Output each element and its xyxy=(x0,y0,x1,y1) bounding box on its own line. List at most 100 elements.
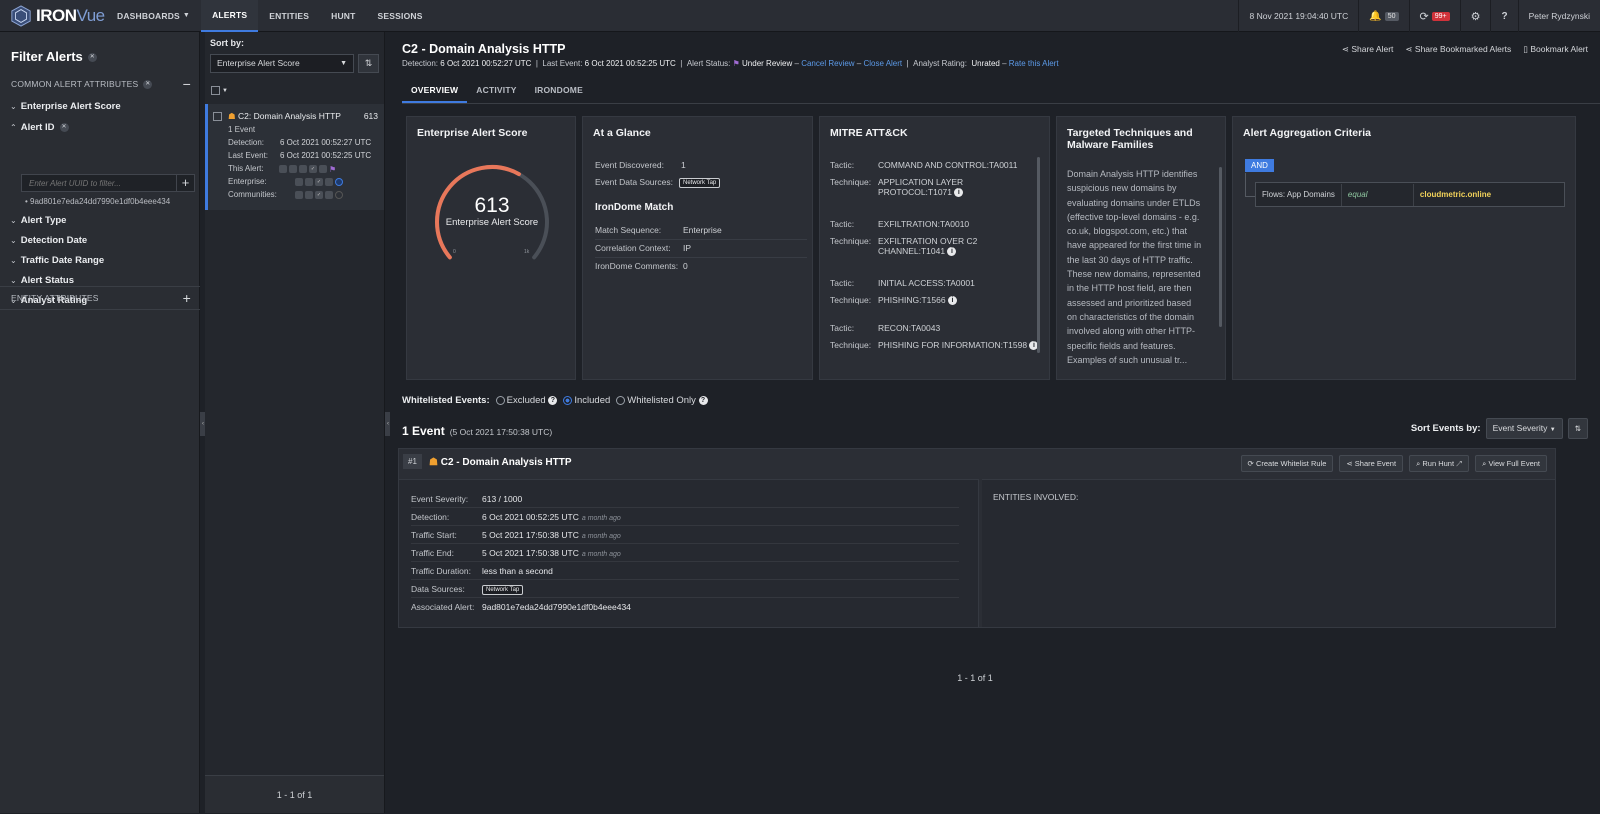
filter-enterprise-score-label: Enterprise Alert Score xyxy=(20,101,121,112)
help-icon[interactable]: ? xyxy=(698,395,708,405)
status-dot-icon xyxy=(279,165,287,173)
traffic-end-text: 5 Oct 2021 17:50:38 UTC xyxy=(482,548,579,558)
info-icon[interactable]: i xyxy=(947,247,957,257)
filter-traffic-range[interactable]: ⌄ Traffic Date Range xyxy=(10,255,104,266)
filter-detection-date[interactable]: ⌄ Detection Date xyxy=(10,235,87,246)
info-icon[interactable]: i xyxy=(947,296,957,306)
collapse-minus-icon[interactable]: − xyxy=(183,76,191,92)
alert-uuid-input[interactable] xyxy=(22,178,172,188)
radio-included[interactable] xyxy=(563,395,573,405)
events-time: (5 Oct 2021 17:50:38 UTC) xyxy=(449,427,553,437)
settings-button[interactable]: ⚙ xyxy=(1459,0,1491,32)
whitelist-excluded-option[interactable]: Excluded ? xyxy=(495,395,558,406)
share-bookmarked-label: Share Bookmarked Alerts xyxy=(1414,44,1512,54)
select-all-control[interactable]: ▼ xyxy=(211,86,228,95)
aggregation-criterion: Flows: App Domains equal cloudmetric.onl… xyxy=(1255,182,1565,207)
rate-alert-link[interactable]: Rate this Alert xyxy=(1009,59,1059,68)
alert-card-checkbox[interactable] xyxy=(213,112,222,121)
alert-card[interactable]: ☗ C2: Domain Analysis HTTP 613 1 Event D… xyxy=(205,104,384,210)
and-operator-badge: AND xyxy=(1245,159,1274,172)
alert-title: C2 - Domain Analysis HTTP xyxy=(402,42,566,56)
whitelist-only-option[interactable]: Whitelisted Only ? xyxy=(616,395,708,406)
top-right-area: 8 Nov 2021 19:04:40 UTC 🔔 50 ⟳ 99+ ⚙ ? Pet… xyxy=(1238,0,1600,32)
aggregation-title: Alert Aggregation Criteria xyxy=(1243,127,1371,139)
bookmark-alert-button[interactable]: ▯ Bookmark Alert xyxy=(1523,44,1588,55)
radio-whitelisted-only[interactable] xyxy=(616,395,626,405)
data-sources-value: Network Tap xyxy=(482,584,524,595)
whitelist-included-option[interactable]: Included xyxy=(563,395,610,406)
nav-hunt[interactable]: HUNT xyxy=(320,0,366,32)
common-attributes-header[interactable]: COMMON ALERT ATTRIBUTES ✕ − xyxy=(0,73,200,95)
tactic-label: Tactic: xyxy=(830,278,855,288)
tab-activity[interactable]: ACTIVITY xyxy=(467,77,525,103)
nav-alerts[interactable]: ALERTS xyxy=(201,0,259,32)
alert-card-last-label: Last Event: xyxy=(228,151,269,160)
tactic-value: RECON:TA0043 xyxy=(878,323,941,333)
entity-attributes-header[interactable]: ENTITY ATTRIBUTES + xyxy=(0,286,200,310)
share-alert-button[interactable]: ⋖ Share Alert xyxy=(1342,44,1394,55)
sort-direction-button[interactable]: ⇅ xyxy=(358,54,379,73)
help-button[interactable]: ? xyxy=(1490,0,1517,32)
gauge-max-label: 1k xyxy=(524,249,530,255)
clear-alert-id-icon[interactable]: ✕ xyxy=(59,123,69,132)
techniques-scrollbar[interactable] xyxy=(1219,167,1222,327)
user-menu[interactable]: Peter Rydzynski xyxy=(1517,0,1600,32)
nav-dashboards-label: DASHBOARDS xyxy=(117,10,180,21)
select-all-checkbox[interactable] xyxy=(211,86,220,95)
close-alert-link[interactable]: Close Alert xyxy=(863,59,902,68)
event-discovered-value: 1 xyxy=(681,160,686,170)
nav-dashboards[interactable]: DASHBOARDS ▼ xyxy=(106,0,201,32)
ironvue-logo[interactable]: IRON Vue xyxy=(0,4,106,27)
info-icon[interactable]: i xyxy=(954,188,964,198)
associated-alert-link[interactable]: 9ad801e7eda24dd7990e1df0b4eee434 xyxy=(482,602,631,612)
irondome-comments-row: IronDome Comments: 0 xyxy=(595,261,688,271)
sort-events-select[interactable]: Event Severity ▼ xyxy=(1485,418,1563,439)
help-icon: ? xyxy=(1501,10,1508,22)
techniques-panel: Targeted Techniques and Malware Families… xyxy=(1056,116,1226,380)
refresh-icon: ⟳ xyxy=(1247,459,1254,468)
run-hunt-button[interactable]: ⌕ Run Hunt ↗ xyxy=(1409,455,1470,472)
sort-by-select[interactable]: Enterprise Alert Score ▼ xyxy=(210,54,354,73)
chevron-down-icon: ⌄ xyxy=(10,236,17,245)
gauge-min-label: 0 xyxy=(453,249,456,255)
mitre-scrollbar[interactable] xyxy=(1037,157,1040,353)
uuid-filter-value[interactable]: • 9ad801e7eda24dd7990e1df0b4eee434 xyxy=(25,197,170,206)
filter-alert-type[interactable]: ⌄ Alert Type xyxy=(10,215,66,226)
filter-traffic-range-label: Traffic Date Range xyxy=(20,255,105,266)
notifications-button[interactable]: 🔔 50 xyxy=(1358,0,1408,32)
nav-entities[interactable]: ENTITIES xyxy=(258,0,320,32)
add-plus-icon[interactable]: + xyxy=(183,290,191,306)
cancel-review-link[interactable]: Cancel Review xyxy=(801,59,854,68)
filter-alert-id[interactable]: ⌃ Alert ID ✕ xyxy=(10,122,69,133)
add-uuid-button[interactable]: + xyxy=(176,175,194,191)
bookmark-alert-label: Bookmark Alert xyxy=(1530,44,1588,54)
help-icon[interactable]: ? xyxy=(548,395,558,405)
event-severity-value: 613 / 1000 xyxy=(482,494,523,504)
tab-overview[interactable]: OVERVIEW xyxy=(402,77,468,103)
glance-panel: At a Glance Event Discovered: 1 Event Dat… xyxy=(582,116,813,380)
score-value: 613 xyxy=(474,194,510,217)
alert-card-detection-label: Detection: xyxy=(228,138,265,147)
share-bookmarked-button[interactable]: ⋖ Share Bookmarked Alerts xyxy=(1405,44,1511,55)
view-full-event-button[interactable]: ⌕ View Full Event xyxy=(1475,455,1547,472)
tactic-value: EXFILTRATION:TA0010 xyxy=(878,219,970,229)
tab-irondome[interactable]: IRONDOME xyxy=(526,77,592,103)
sync-button[interactable]: ⟳ 99+ xyxy=(1408,0,1460,32)
create-whitelist-rule-button[interactable]: ⟳ Create Whitelist Rule xyxy=(1240,455,1334,472)
top-bar: IRON Vue DASHBOARDS ▼ ALERTS ENTITIES HUNT… xyxy=(0,0,1600,32)
traffic-end-value: 5 Oct 2021 17:50:38 UTC a month ago xyxy=(482,548,621,558)
clear-filters-icon[interactable]: ✕ xyxy=(87,53,97,63)
filter-enterprise-score[interactable]: ⌄ Enterprise Alert Score xyxy=(10,101,121,112)
correlation-context-value: IP xyxy=(683,243,692,253)
chevron-down-icon: ⌄ xyxy=(10,102,17,111)
technique-label: Technique: xyxy=(830,340,872,350)
share-event-button[interactable]: ⋖ Share Event xyxy=(1339,455,1404,472)
radio-excluded[interactable] xyxy=(495,395,505,405)
chevron-down-icon[interactable]: ▼ xyxy=(222,88,228,94)
event-number: #1 xyxy=(403,454,422,469)
nav-sessions[interactable]: SESSIONS xyxy=(367,0,434,32)
match-sequence-label: Match Sequence: xyxy=(595,225,662,235)
clear-common-icon[interactable]: ✕ xyxy=(143,79,153,89)
sort-events-direction-button[interactable]: ⇅ xyxy=(1567,418,1588,439)
traffic-end-ago: a month ago xyxy=(581,551,621,558)
